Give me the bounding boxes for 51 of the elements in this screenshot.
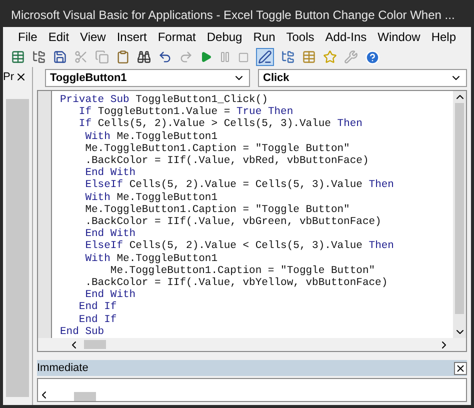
menu-item[interactable]: Debug: [206, 28, 242, 46]
object-dropdown[interactable]: ToggleButton1: [45, 69, 250, 87]
code-line: End If: [78, 301, 118, 314]
undo-icon[interactable]: [158, 50, 172, 64]
code-line: With Me.ToggleButton1: [84, 192, 219, 204]
pane-title: Immediate: [37, 360, 90, 376]
menu-item[interactable]: Tools: [286, 28, 314, 46]
code-line: Me.ToggleButton1.Caption = "Toggle Button": [84, 204, 351, 216]
paste-icon[interactable]: [116, 50, 130, 64]
window-title: Microsoft Visual Basic for Applications - Excel Toggle Button Change Color When ...: [11, 7, 455, 24]
menu-item[interactable]: Add-Ins: [325, 28, 367, 46]
code-editor[interactable]: [52, 91, 453, 338]
menu-item[interactable]: Insert: [116, 28, 147, 46]
menu-item[interactable]: Edit: [48, 28, 70, 46]
code-line: End Sub: [60, 326, 106, 338]
code-line: End If: [78, 314, 118, 326]
code-line: Me.ToggleButton1.Caption = "Toggle Button": [84, 142, 351, 155]
code-line: End With: [85, 289, 137, 302]
code-line: Me.ToggleButton1.Caption = "Toggle Button": [109, 264, 376, 277]
menu-item[interactable]: Format: [158, 28, 196, 46]
vertical-scrollbar[interactable]: [453, 91, 466, 338]
code-line: With Me.ToggleButton1: [84, 252, 219, 265]
code-line: ElseIf Cells(5, 2).Value < Cells(5, 3).Value Then: [84, 240, 395, 253]
code-line: With Me.ToggleButton1: [84, 130, 219, 143]
help-icon[interactable]: [365, 50, 380, 64]
code-line: .BackColor = IIf(.Value, vbGreen, vbButtonFace): [84, 216, 382, 228]
procedure-dropdown[interactable]: Click: [258, 69, 467, 87]
run-icon[interactable]: [200, 51, 212, 63]
panel-title: Pr: [3, 72, 14, 82]
scrollbar-track[interactable]: [6, 99, 29, 397]
find-icon[interactable]: [137, 50, 151, 64]
scrollbar-thumb[interactable]: [74, 392, 96, 401]
menu-item[interactable]: File: [18, 28, 38, 46]
code-line: ElseIf Cells(5, 2).Value = Cells(5, 3).Value Then: [84, 179, 395, 192]
code-line: End With: [84, 167, 136, 180]
scrollbar-thumb[interactable]: [84, 340, 106, 350]
close-icon[interactable]: [454, 362, 467, 374]
code-line: End With: [84, 228, 136, 240]
code-line: Private Sub ToggleButton1_Click(): [60, 94, 269, 106]
menu-item[interactable]: Help: [431, 28, 456, 46]
code-line: .BackColor = IIf(.Value, vbYellow, vbButtonFace): [84, 277, 389, 290]
design-mode-button[interactable]: [256, 48, 274, 66]
menu-item[interactable]: Window: [378, 28, 420, 46]
code-line: .BackColor = IIf(.Value, vbRed, vbButtonFace): [84, 155, 370, 168]
save-icon[interactable]: [53, 50, 67, 64]
code-line: If Cells(5, 2).Value > Cells(5, 3).Value Then: [78, 118, 364, 131]
scrollbar-thumb[interactable]: [455, 103, 464, 314]
code-line: If ToggleButton1.Value = True Then: [78, 106, 294, 118]
menu-item[interactable]: View: [80, 28, 106, 46]
close-icon[interactable]: [15, 71, 27, 83]
menu-item[interactable]: Run: [253, 28, 276, 46]
